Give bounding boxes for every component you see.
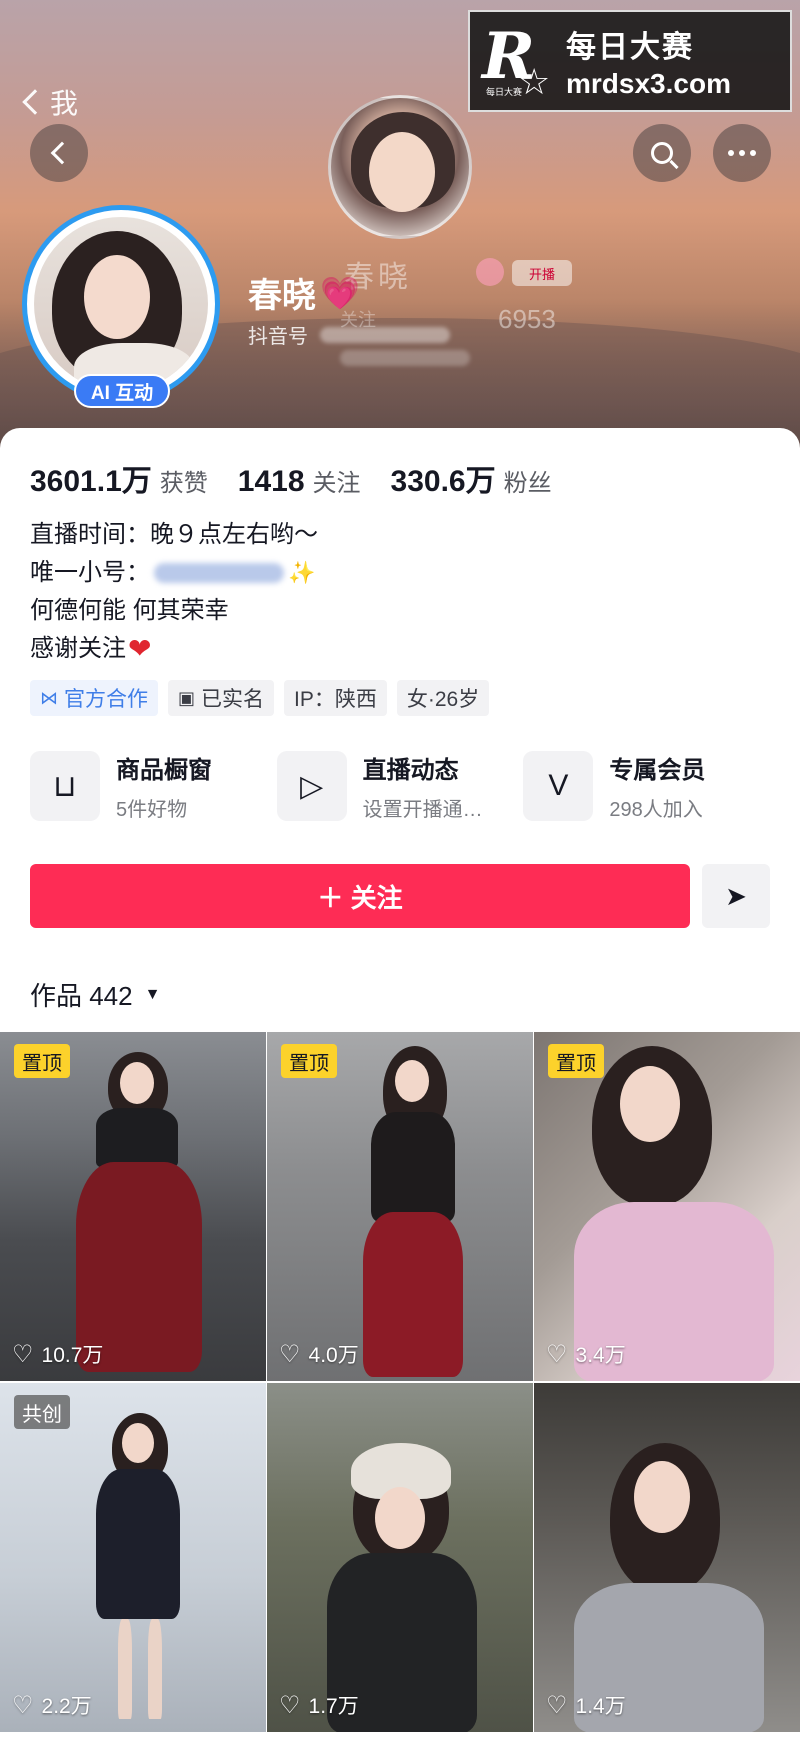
avatar-image: [34, 217, 208, 391]
video-tile[interactable]: ♡ 1.4万: [534, 1383, 800, 1732]
back-button[interactable]: [30, 124, 88, 182]
follow-button[interactable]: ＋ 关注: [30, 864, 690, 928]
tag-verified[interactable]: ▣ 已实名: [168, 680, 275, 716]
like-count: ♡ 4.0万: [279, 1340, 359, 1368]
works-tab[interactable]: 作品 442 ▼: [30, 976, 160, 1013]
profile-tags: ⋈ 官方合作 ▣ 已实名 IP：陕西 女·26岁: [30, 680, 490, 716]
more-button[interactable]: [713, 124, 771, 182]
tag-ip-location: IP：陕西: [284, 680, 387, 716]
stat-likes[interactable]: 3601.1万 获赞: [30, 456, 208, 500]
heart-outline-icon: ♡: [546, 1691, 568, 1719]
ai-interact-badge[interactable]: AI 互动: [74, 374, 170, 408]
collab-badge: 共创: [14, 1395, 70, 1429]
like-count: ♡ 3.4万: [546, 1340, 626, 1368]
like-count: ♡ 2.2万: [12, 1691, 92, 1719]
tag-gender-age: 女·26岁: [396, 680, 490, 716]
ghost-count: 6953: [498, 304, 556, 334]
ghost-back-label: 我: [20, 82, 78, 122]
video-tile[interactable]: 置顶 ♡ 10.7万: [0, 1032, 266, 1381]
pin-badge: 置顶: [548, 1044, 604, 1078]
like-count: ♡ 1.4万: [546, 1691, 626, 1719]
video-tile[interactable]: 置顶 ♡ 3.4万: [534, 1032, 800, 1381]
watermark-logo: R ☆ 每日大赛: [482, 19, 551, 102]
video-tile[interactable]: 置顶 ♡ 4.0万: [267, 1032, 533, 1381]
search-icon: [651, 142, 673, 164]
stat-followers[interactable]: 330.6万 粉丝: [391, 456, 552, 500]
heart-outline-icon: ♡: [279, 1691, 301, 1719]
watermark-title: 每日大赛: [566, 31, 694, 64]
pin-badge: 置顶: [281, 1044, 337, 1078]
blurred-id-value: [320, 326, 450, 343]
cooperation-icon: ⋈: [40, 687, 58, 708]
heart-outline-icon: ♡: [12, 1691, 34, 1719]
send-message-button[interactable]: ➤: [702, 864, 770, 928]
tv-icon: ▷: [276, 751, 347, 821]
star-icon: ☆: [518, 61, 551, 102]
ghost-chevron-icon: [22, 89, 48, 115]
v-icon: V: [523, 751, 594, 821]
service-entries: ⊔ 商品橱窗 5件好物 ▷ 直播动态 设置开播通… V 专属会员 298人加入: [30, 750, 770, 822]
shopping-bag-icon: ⊔: [30, 751, 100, 821]
works-grid: 置顶 ♡ 10.7万 置顶 ♡ 4.0万 置顶 ♡ 3.4万 共创 ♡ 2.2万…: [0, 1032, 800, 1732]
profile-bio: 直播时间：晚９点左右哟～ 唯一小号： ✨ 何德何能 何其荣幸 感谢关注 ❤: [30, 516, 318, 668]
send-icon: ➤: [725, 880, 747, 911]
pink-heart-icon: 💗: [320, 274, 360, 311]
service-live-updates[interactable]: ▷ 直播动态 设置开播通…: [276, 750, 524, 822]
ghost-live-badge: 开播: [512, 260, 572, 286]
stat-following[interactable]: 1418 关注: [238, 463, 361, 499]
like-count: ♡ 10.7万: [12, 1340, 104, 1368]
ghost-badge-icon: [476, 258, 504, 286]
ghost-avatar: [328, 95, 472, 239]
profile-nickname: 春晓 💗: [248, 274, 360, 316]
watermark: R ☆ 每日大赛 每日大赛 mrdsx3.com: [468, 10, 792, 112]
profile-header: 我 春晓 开播 关注 6953 R ☆ 每日大赛 每日大赛 mrdsx3.com: [0, 0, 800, 470]
bio-alt-account[interactable]: 唯一小号： ✨: [30, 554, 318, 592]
bio-live-time: 直播时间：晚９点左右哟～: [30, 521, 318, 548]
red-heart-icon: ❤: [128, 633, 152, 664]
profile-stats: 3601.1万 获赞 1418 关注 330.6万 粉丝: [30, 456, 582, 500]
video-tile[interactable]: 共创 ♡ 2.2万: [0, 1383, 266, 1732]
tag-official-cooperation[interactable]: ⋈ 官方合作: [30, 680, 158, 716]
service-membership[interactable]: V 专属会员 298人加入: [523, 750, 770, 822]
sparkle-icon: ✨: [288, 560, 316, 585]
heart-outline-icon: ♡: [546, 1340, 568, 1368]
profile-card: 3601.1万 获赞 1418 关注 330.6万 粉丝 直播时间：晚９点左右哟…: [0, 428, 800, 1739]
chevron-left-icon: [50, 141, 74, 165]
pin-badge: 置顶: [14, 1044, 70, 1078]
bio-line: 何德何能 何其荣幸: [30, 597, 229, 624]
like-count: ♡ 1.7万: [279, 1691, 359, 1719]
heart-outline-icon: ♡: [279, 1340, 301, 1368]
ghost-blurred-row: [340, 350, 470, 366]
search-button[interactable]: [633, 124, 691, 182]
id-card-icon: ▣: [178, 687, 196, 708]
caret-down-icon: ▼: [144, 985, 161, 1003]
douyin-id: 抖音号: [248, 320, 450, 349]
bio-line: 感谢关注 ❤: [30, 630, 318, 668]
watermark-url: mrdsx3.com: [566, 68, 731, 99]
blurred-handle: [154, 563, 284, 583]
heart-outline-icon: ♡: [12, 1340, 34, 1368]
more-dots-icon: [728, 150, 756, 156]
video-tile[interactable]: ♡ 1.7万: [267, 1383, 533, 1732]
service-shop-window[interactable]: ⊔ 商品橱窗 5件好物: [30, 750, 277, 822]
